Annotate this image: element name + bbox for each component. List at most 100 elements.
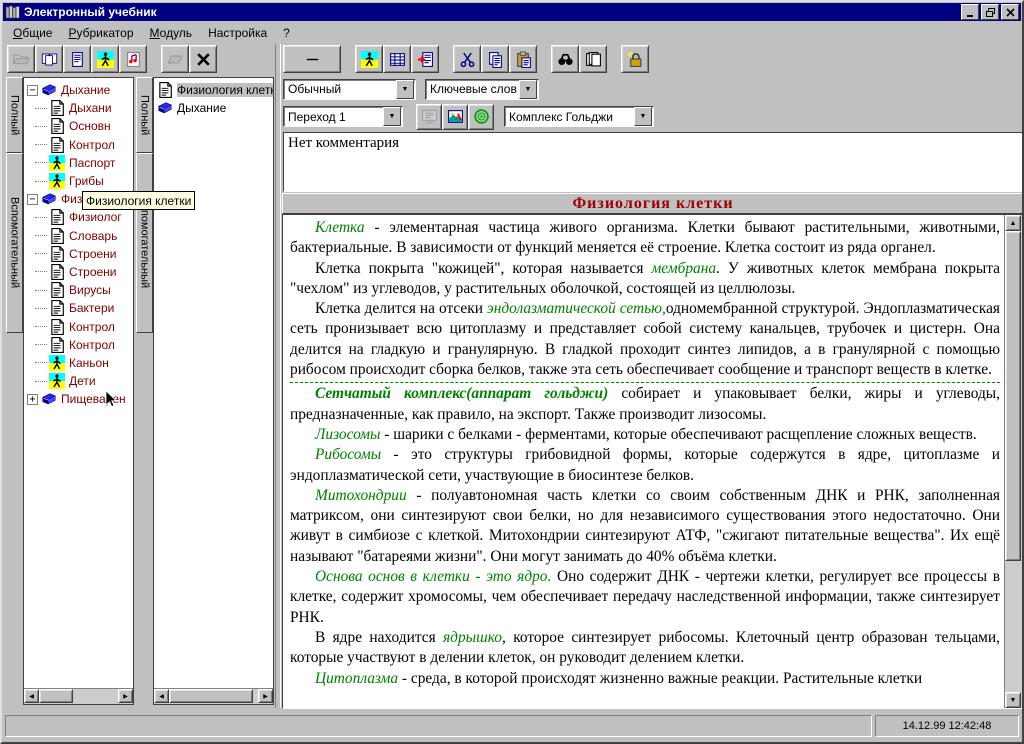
tab-auxiliary[interactable]: Вспомогательный	[6, 153, 23, 333]
tree-item-label: Паспорт	[69, 156, 115, 170]
scroll-right-icon[interactable]: ▶	[258, 689, 273, 703]
tree-item[interactable]: Контрол	[24, 317, 133, 335]
keyword-text[interactable]: мембрана	[651, 260, 716, 277]
media-note-button[interactable]	[119, 45, 147, 73]
menu-item-0[interactable]: Общие	[5, 24, 60, 42]
keyword-text[interactable]: Цитоплазма	[315, 670, 398, 687]
chevron-down-icon[interactable]: ▼	[519, 80, 537, 99]
keyword-text[interactable]: ядрышко	[443, 629, 502, 646]
tree-item[interactable]: Дети	[24, 372, 133, 390]
scroll-left-icon[interactable]: ◀	[24, 689, 39, 703]
body-text: В ядре находится	[315, 629, 443, 646]
paragraph: Рибосомы - это структуры грибовидной фор…	[290, 445, 1000, 486]
scrollbar-thumb[interactable]	[1005, 231, 1021, 561]
style-combo[interactable]: Обычный ▼	[283, 79, 416, 100]
collapse-icon[interactable]: −	[27, 85, 38, 96]
scrollbar-thumb[interactable]	[169, 689, 253, 703]
scroll-right-icon[interactable]: ▶	[118, 689, 133, 703]
tree-item[interactable]: Строени	[24, 245, 133, 263]
tree-item-label: Строени	[69, 247, 117, 261]
tree-item[interactable]: Физиология клетк	[154, 81, 273, 99]
tree-main-hscrollbar[interactable]: ◀ ▶	[24, 688, 133, 704]
close-button[interactable]	[1001, 4, 1019, 20]
copy-pages-button[interactable]	[35, 45, 63, 73]
transition-combo[interactable]: Переход 1 ▼	[283, 106, 403, 127]
scroll-down-icon[interactable]: ▼	[1005, 692, 1021, 708]
toolbar-group	[161, 45, 217, 73]
walking-man-button[interactable]	[355, 45, 383, 73]
tree-doc-icon	[49, 300, 65, 316]
minimize-button[interactable]	[961, 4, 979, 20]
target-button[interactable]	[468, 104, 494, 130]
tab-full[interactable]: Полный	[136, 77, 153, 153]
keyword-text[interactable]: эндолазматической сетью,	[487, 300, 666, 317]
paragraph: Клетка - элементарная частица живого орг…	[290, 218, 1000, 259]
paste-button[interactable]	[509, 45, 537, 73]
tree-item[interactable]: Паспорт	[24, 154, 133, 172]
doc-red-arrow-icon	[417, 51, 434, 68]
menu-item-1[interactable]: Рубрикатор	[60, 24, 141, 42]
tree-item[interactable]: Вирусы	[24, 281, 133, 299]
keyword-text[interactable]: Митохондрии	[315, 487, 407, 504]
tree-item[interactable]: Дыхани	[24, 99, 133, 117]
binoculars-button[interactable]	[551, 45, 579, 73]
doc-red-arrow-button[interactable]	[411, 45, 439, 73]
tree-item[interactable]: Грибы	[24, 172, 133, 190]
scissors-button[interactable]	[453, 45, 481, 73]
keyword-text[interactable]: Рибосомы	[315, 446, 381, 463]
copy-doc-button[interactable]	[481, 45, 509, 73]
keywords-mode-combo[interactable]: Ключевые слов ▼	[425, 79, 539, 100]
keyword-combo-value: Комплекс Гольджи	[505, 110, 634, 124]
scrollbar-thumb[interactable]	[39, 689, 73, 703]
minus-line-button[interactable]	[283, 45, 341, 73]
target-icon	[473, 108, 490, 125]
menu-item-4[interactable]: ?	[275, 24, 298, 42]
tree-item[interactable]: Физиолог	[24, 208, 133, 226]
close-x-button[interactable]	[189, 45, 217, 73]
status-bar: 14.12.99 12:42:48	[5, 713, 1019, 739]
title-bar[interactable]: Электронный учебник	[3, 3, 1021, 21]
tree-item-label: Каньон	[69, 356, 109, 370]
keyword-combo[interactable]: Комплекс Гольджи ▼	[504, 106, 654, 127]
document-button[interactable]	[63, 45, 91, 73]
tree-connector	[35, 290, 47, 291]
chevron-down-icon[interactable]: ▼	[396, 80, 414, 99]
chevron-down-icon[interactable]: ▼	[383, 107, 401, 126]
menu-item-2[interactable]: Модуль	[142, 24, 201, 42]
vertical-scrollbar[interactable]: ▲ ▼	[1004, 215, 1022, 708]
media-note-icon	[125, 51, 142, 68]
tree-item[interactable]: Строени	[24, 263, 133, 281]
walking-man-button[interactable]	[91, 45, 119, 73]
keyword-text[interactable]: Основа основ в клетки - это ядро.	[315, 568, 551, 585]
tree-item[interactable]: Словарь	[24, 227, 133, 245]
keyword-text[interactable]: Лизосомы	[315, 426, 380, 443]
tree-item[interactable]: Контрол	[24, 336, 133, 354]
tree-item[interactable]: −Дыхание	[24, 81, 133, 99]
scroll-up-icon[interactable]: ▲	[1005, 215, 1021, 231]
tree-aux-hscrollbar[interactable]: ◀ ▶	[154, 688, 273, 704]
expand-icon[interactable]: +	[27, 394, 38, 405]
scroll-left-icon[interactable]: ◀	[154, 689, 169, 703]
tree-item[interactable]: Дыхание	[154, 99, 273, 117]
picture-a-button[interactable]: A	[442, 104, 468, 130]
chevron-down-icon[interactable]: ▼	[634, 107, 652, 126]
tree-item-label: Основн	[69, 119, 111, 133]
lock-button[interactable]	[621, 45, 649, 73]
body-text: - шарики с белками - ферментами, которые…	[380, 426, 976, 443]
tree-item[interactable]: Основн	[24, 117, 133, 135]
tab-full[interactable]: Полный	[6, 77, 23, 153]
tree-item[interactable]: Контрол	[24, 136, 133, 154]
tree-item[interactable]: Бактери	[24, 299, 133, 317]
pages-button[interactable]	[579, 45, 607, 73]
collapse-icon[interactable]: −	[27, 194, 38, 205]
tab-auxiliary[interactable]: Вспомогательный	[136, 153, 153, 333]
keyword-text[interactable]: Клетка	[315, 219, 365, 236]
restore-button[interactable]	[981, 4, 999, 20]
left-toolbar	[7, 44, 231, 74]
book-icon	[41, 82, 57, 98]
tree-connector	[35, 235, 47, 236]
table-button[interactable]	[383, 45, 411, 73]
tree-item[interactable]: Каньон	[24, 354, 133, 372]
keyword-text[interactable]: Сетчатый комплекс(аппарат гольджи)	[315, 385, 608, 402]
menu-item-3[interactable]: Настройка	[200, 24, 275, 42]
